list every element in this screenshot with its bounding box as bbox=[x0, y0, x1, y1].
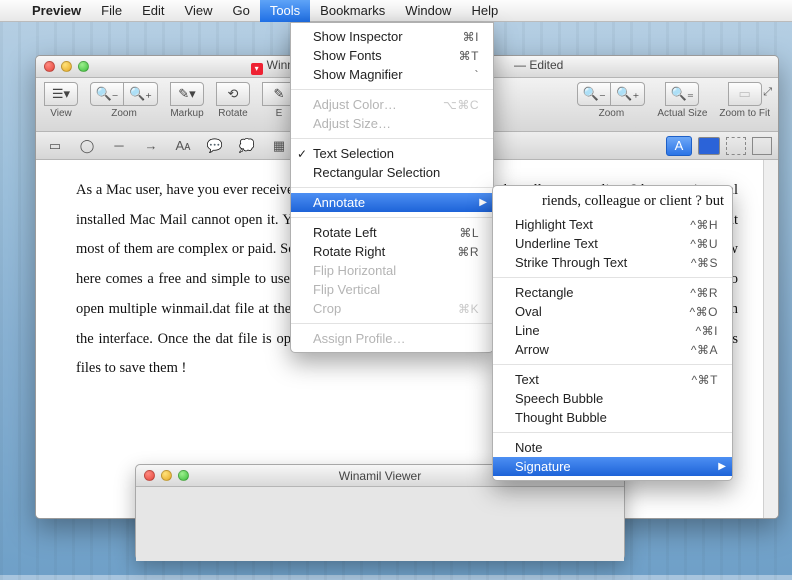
actual-size-button[interactable]: 🔍₌ bbox=[665, 82, 699, 106]
color-swatch[interactable] bbox=[698, 137, 720, 155]
crop-tool-icon[interactable] bbox=[752, 137, 772, 155]
submenu-arrow-icon: ▶ bbox=[718, 461, 726, 472]
selection-tool-icon[interactable] bbox=[726, 137, 746, 155]
submenu-arrow-icon: ▶ bbox=[479, 197, 487, 208]
menubar: Preview File Edit View Go Tools Bookmark… bbox=[0, 0, 792, 22]
menu-help[interactable]: Help bbox=[461, 0, 508, 22]
menu-rotate-left[interactable]: Rotate Left⌘L bbox=[291, 223, 493, 242]
zoom-in-button-2[interactable]: 🔍₊ bbox=[611, 82, 645, 106]
toolbar-edit-label: E bbox=[276, 108, 283, 119]
annotate-rectangle[interactable]: Rectangle^⌘R bbox=[493, 283, 732, 302]
menu-adjust-size: Adjust Size… bbox=[291, 114, 493, 133]
minimize-button[interactable] bbox=[61, 61, 72, 72]
small-zoom-button[interactable] bbox=[178, 470, 189, 481]
pdf-icon: ▾ bbox=[251, 63, 263, 75]
document-peek-text: riends, colleague or client ? but bbox=[493, 190, 732, 215]
annotate-underline[interactable]: Underline Text^⌘U bbox=[493, 234, 732, 253]
check-icon: ✓ bbox=[297, 147, 307, 161]
toolbar-actual-label: Actual Size bbox=[657, 108, 707, 119]
toolbar-rotate-label: Rotate bbox=[218, 108, 247, 119]
vertical-scrollbar[interactable] bbox=[763, 160, 778, 518]
menu-go[interactable]: Go bbox=[222, 0, 259, 22]
text-style-button[interactable]: A bbox=[666, 136, 692, 156]
menu-edit[interactable]: Edit bbox=[132, 0, 174, 22]
annotate-line[interactable]: Line^⌘I bbox=[493, 321, 732, 340]
shape-arrow-icon[interactable]: → bbox=[138, 136, 164, 156]
annotate-text[interactable]: Text^⌘T bbox=[493, 370, 732, 389]
annotate-signature[interactable]: Signature▶ bbox=[493, 457, 732, 476]
close-button[interactable] bbox=[44, 61, 55, 72]
menu-tools[interactable]: Tools bbox=[260, 0, 310, 22]
zoom-out-button[interactable]: 🔍₋ bbox=[90, 82, 124, 106]
tools-menu: Show Inspector⌘I Show Fonts⌘T Show Magni… bbox=[290, 22, 494, 353]
menu-file[interactable]: File bbox=[91, 0, 132, 22]
menu-view[interactable]: View bbox=[175, 0, 223, 22]
thought-bubble-icon[interactable]: 💭 bbox=[234, 136, 260, 156]
menu-annotate[interactable]: Annotate▶ bbox=[291, 193, 493, 212]
zoom-button[interactable] bbox=[78, 61, 89, 72]
annotate-strike[interactable]: Strike Through Text^⌘S bbox=[493, 253, 732, 272]
menu-window[interactable]: Window bbox=[395, 0, 461, 22]
annotate-oval[interactable]: Oval^⌘O bbox=[493, 302, 732, 321]
menu-show-fonts[interactable]: Show Fonts⌘T bbox=[291, 46, 493, 65]
small-close-button[interactable] bbox=[144, 470, 155, 481]
toolbar-view-label: View bbox=[50, 108, 72, 119]
toolbar-zoom-label: Zoom bbox=[111, 108, 137, 119]
menu-text-selection[interactable]: ✓Text Selection bbox=[291, 144, 493, 163]
menu-rotate-right[interactable]: Rotate Right⌘R bbox=[291, 242, 493, 261]
shape-rect-icon[interactable]: ▭ bbox=[42, 136, 68, 156]
shape-oval-icon[interactable]: ◯ bbox=[74, 136, 100, 156]
annotate-note[interactable]: Note bbox=[493, 438, 732, 457]
shape-line-icon[interactable]: ─ bbox=[106, 136, 132, 156]
annotate-submenu: riends, colleague or client ? but Highli… bbox=[492, 185, 733, 481]
small-minimize-button[interactable] bbox=[161, 470, 172, 481]
menu-show-inspector[interactable]: Show Inspector⌘I bbox=[291, 27, 493, 46]
menu-flip-vertical: Flip Vertical bbox=[291, 280, 493, 299]
rotate-button[interactable]: ⟲ bbox=[216, 82, 250, 106]
annotate-thought[interactable]: Thought Bubble bbox=[493, 408, 732, 427]
small-window-body bbox=[136, 487, 624, 561]
menu-adjust-color: Adjust Color…⌥⌘C bbox=[291, 95, 493, 114]
fullscreen-icon[interactable]: ⤢ bbox=[763, 86, 772, 99]
toolbar-fit-label: Zoom to Fit bbox=[719, 108, 770, 119]
zoom-in-button[interactable]: 🔍₊ bbox=[124, 82, 158, 106]
highlight-button[interactable]: ✎▾ bbox=[170, 82, 204, 106]
zoom-out-button-2[interactable]: 🔍₋ bbox=[577, 82, 611, 106]
menu-bookmarks[interactable]: Bookmarks bbox=[310, 0, 395, 22]
annotate-speech[interactable]: Speech Bubble bbox=[493, 389, 732, 408]
zoom-fit-button[interactable]: ▭ bbox=[728, 82, 762, 106]
menu-preview[interactable]: Preview bbox=[22, 0, 91, 22]
annotate-highlight[interactable]: Highlight Text^⌘H bbox=[493, 215, 732, 234]
annotate-arrow[interactable]: Arrow^⌘A bbox=[493, 340, 732, 359]
menu-assign-profile: Assign Profile… bbox=[291, 329, 493, 348]
menu-rect-selection[interactable]: Rectangular Selection bbox=[291, 163, 493, 182]
menu-flip-horizontal: Flip Horizontal bbox=[291, 261, 493, 280]
menu-show-magnifier[interactable]: Show Magnifier` bbox=[291, 65, 493, 84]
speech-bubble-icon[interactable]: 💬 bbox=[202, 136, 228, 156]
toolbar-markup-label: Markup bbox=[170, 108, 203, 119]
note-tool-icon[interactable]: ▦ bbox=[266, 136, 292, 156]
view-mode-button[interactable]: ☰▾ bbox=[44, 82, 78, 106]
toolbar-zoom2-label: Zoom bbox=[599, 108, 625, 119]
text-tool-icon[interactable]: Aᴀ bbox=[170, 136, 196, 156]
menu-crop: Crop⌘K bbox=[291, 299, 493, 318]
